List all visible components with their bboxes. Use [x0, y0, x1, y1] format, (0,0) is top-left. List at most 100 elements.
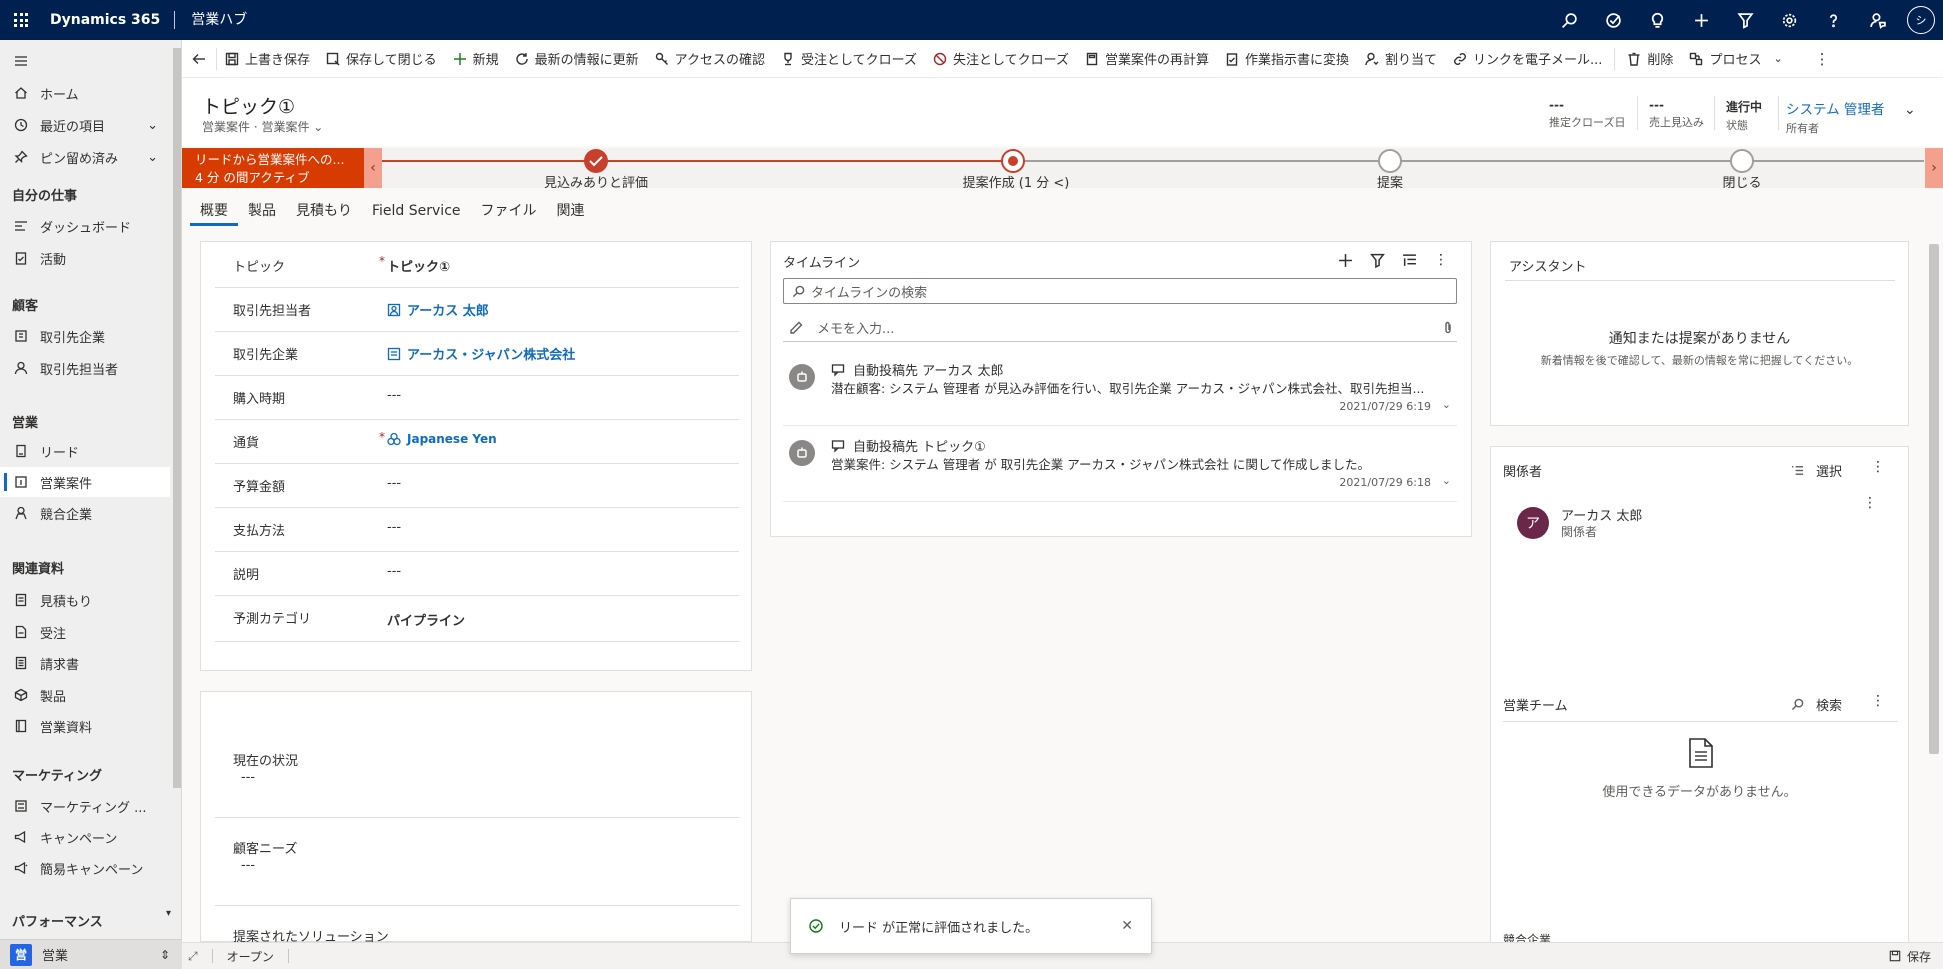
save-button[interactable]: 上書き保存 [217, 40, 318, 78]
sidebar-item-accounts[interactable]: 取引先企業 [0, 321, 170, 351]
timeline-entry[interactable]: 自動投稿先 トピック① 営業案件: システム 管理者 が 取引先企業 アーカス・… [783, 428, 1457, 502]
brand-name[interactable]: Dynamics 365 [42, 12, 174, 28]
more-options-icon[interactable]: ⋮ [1425, 250, 1457, 270]
app-launcher-icon[interactable] [0, 0, 42, 40]
field-current-situation[interactable]: 現在の状況 --- [215, 738, 739, 818]
assistant-empty-message: 通知または提案がありません [1608, 331, 1791, 347]
robot-post-icon [789, 364, 815, 390]
sort-list-icon[interactable] [1393, 250, 1425, 270]
stage-develop[interactable]: 提案作成 (1 分 <) [963, 172, 1070, 191]
sidebar-item-invoices[interactable]: 請求書 [0, 648, 170, 678]
sidebar-item-pinned[interactable]: ピン留め済み ⌄ [0, 142, 170, 172]
main-scrollbar[interactable] [1929, 244, 1939, 754]
sidebar-item-leads[interactable]: リード [0, 436, 170, 466]
timeline-search-input[interactable]: タイムラインの検索 [783, 278, 1457, 304]
footer-save-button[interactable]: 保存 [1889, 948, 1931, 965]
toast-close-button[interactable]: ✕ [1121, 918, 1133, 934]
sidebar-item-quick-campaigns[interactable]: 簡易キャンペーン [0, 853, 170, 883]
add-activity-icon[interactable] [1329, 250, 1361, 270]
sidebar-item-activities[interactable]: 活動 [0, 243, 170, 273]
plus-icon[interactable] [1679, 0, 1723, 40]
chevron-down-icon: ⌄ [1773, 52, 1783, 65]
sidebar-item-products[interactable]: 製品 [0, 680, 170, 710]
chevron-down-icon[interactable]: ⌄ [147, 118, 158, 133]
field-budget-amount[interactable]: 予算金額 --- [215, 464, 739, 508]
sidebar-item-contacts[interactable]: 取引先担当者 [0, 353, 170, 383]
area-switcher[interactable]: 営 営業 ⇕ [0, 939, 182, 969]
sidebar-item-opportunities[interactable]: 営業案件 [0, 467, 170, 497]
delete-button[interactable]: 削除 [1619, 40, 1681, 78]
close-as-won-button[interactable]: 受注としてクローズ [773, 40, 925, 78]
sidebar-item-dashboard[interactable]: ダッシュボード [0, 211, 170, 241]
chevron-down-icon[interactable]: ⌄ [147, 150, 158, 165]
task-check-icon[interactable] [1591, 0, 1635, 40]
sidebar-item-campaigns[interactable]: キャンペーン [0, 822, 170, 852]
process-button[interactable]: プロセス ⌄ [1681, 40, 1790, 78]
sidebar-item-orders[interactable]: 受注 [0, 617, 170, 647]
stakeholder-more-icon[interactable]: ⋮ [1863, 495, 1877, 511]
sidebar-item-quotes[interactable]: 見積もり [0, 585, 170, 615]
sidebar-item-marketing-lists[interactable]: マーケティング ... [0, 791, 170, 821]
field-customer-need[interactable]: 顧客ニーズ --- [215, 826, 739, 906]
field-topic[interactable]: トピック * トピック① [215, 244, 739, 288]
field-account[interactable]: 取引先企業 アーカス・ジャパン株式会社 [215, 332, 739, 376]
lightbulb-icon[interactable] [1635, 0, 1679, 40]
account-building-icon [14, 329, 28, 343]
stakeholders-select-button[interactable]: 選択 [1791, 461, 1842, 480]
sidebar-collapse-button[interactable] [0, 46, 170, 76]
sidebar-item-sales-literature[interactable]: 営業資料 [0, 711, 170, 741]
timeline-title: タイムライン [783, 256, 861, 271]
header-expand-chevron-icon[interactable]: ⌄ [1904, 102, 1916, 118]
field-description[interactable]: 説明 --- [215, 552, 739, 596]
tab-summary[interactable]: 概要 [190, 198, 238, 226]
sidebar-scrollbar[interactable] [171, 48, 181, 788]
back-button[interactable] [182, 40, 216, 78]
tab-files[interactable]: ファイル [471, 198, 547, 226]
field-currency[interactable]: 通貨 * Japanese Yen [215, 420, 739, 464]
field-contact[interactable]: 取引先担当者 アーカス 太郎 [215, 288, 739, 332]
refresh-button[interactable]: 最新の情報に更新 [507, 40, 647, 78]
check-access-button[interactable]: アクセスの確認 [647, 40, 773, 78]
tab-quotes[interactable]: 見積もり [286, 198, 362, 226]
field-purchase-timeframe[interactable]: 購入時期 --- [215, 376, 739, 420]
filter-icon[interactable] [1361, 250, 1393, 270]
sidebar-item-home[interactable]: ホーム [0, 78, 170, 108]
stage-qualify[interactable]: 見込みありと評価 [544, 172, 648, 191]
form-selector[interactable]: 営業案件 · 営業案件 ⌄ [202, 118, 323, 135]
assign-button[interactable]: 割り当て [1357, 40, 1445, 78]
tab-products[interactable]: 製品 [238, 198, 286, 226]
stakeholder-name[interactable]: アーカス 太郎 [1561, 505, 1642, 524]
settings-gear-icon[interactable] [1767, 0, 1811, 40]
field-forecast-category[interactable]: 予測カテゴリ パイプライン [215, 596, 739, 642]
expand-popout-icon[interactable]: ⤢ [188, 949, 198, 964]
more-commands-button[interactable]: ⋮ [1807, 40, 1838, 78]
timeline-entry[interactable]: 自動投稿先 アーカス 太郎 潜在顧客: システム 管理者 が見込み評価を行い、取… [783, 352, 1457, 426]
close-as-lost-button[interactable]: 失注としてクローズ [925, 40, 1077, 78]
timeline-note-input[interactable]: メモを入力... [783, 314, 1457, 342]
search-icon[interactable] [1547, 0, 1591, 40]
new-button[interactable]: 新規 [445, 40, 507, 78]
stage-close[interactable]: 閉じる [1722, 172, 1761, 191]
save-and-close-button[interactable]: 保存して閉じる [318, 40, 445, 78]
email-link-button[interactable]: リンクを電子メール... [1445, 40, 1610, 78]
stakeholders-more-icon[interactable]: ⋮ [1871, 459, 1885, 475]
app-name[interactable]: 営業ハブ [174, 11, 247, 29]
chevron-down-icon[interactable]: ⌄ [1442, 474, 1451, 487]
header-owner[interactable]: システム 管理者 所有者 [1786, 98, 1884, 136]
chevron-down-icon[interactable]: ⌄ [1442, 398, 1451, 411]
sales-team-search-button[interactable]: 検索 [1791, 695, 1842, 714]
filter-icon[interactable] [1723, 0, 1767, 40]
sales-team-more-icon[interactable]: ⋮ [1871, 693, 1885, 709]
sidebar-item-recent[interactable]: 最近の項目 ⌄ [0, 110, 170, 140]
convert-to-work-order-button[interactable]: 作業指示書に変換 [1217, 40, 1357, 78]
field-purchase-process[interactable]: 支払方法 --- [215, 508, 739, 552]
help-icon[interactable] [1811, 0, 1855, 40]
stage-propose[interactable]: 提案 [1377, 172, 1403, 191]
tab-related[interactable]: 関連 [547, 198, 595, 226]
user-avatar[interactable]: シ [1907, 6, 1935, 34]
tab-field-service[interactable]: Field Service [362, 198, 471, 226]
recalculate-button[interactable]: 営業案件の再計算 [1077, 40, 1217, 78]
sidebar-item-competitors[interactable]: 競合企業 [0, 498, 170, 528]
feedback-person-icon[interactable] [1855, 0, 1899, 40]
sidebar-scroll-down-icon[interactable]: ▾ [166, 908, 171, 919]
